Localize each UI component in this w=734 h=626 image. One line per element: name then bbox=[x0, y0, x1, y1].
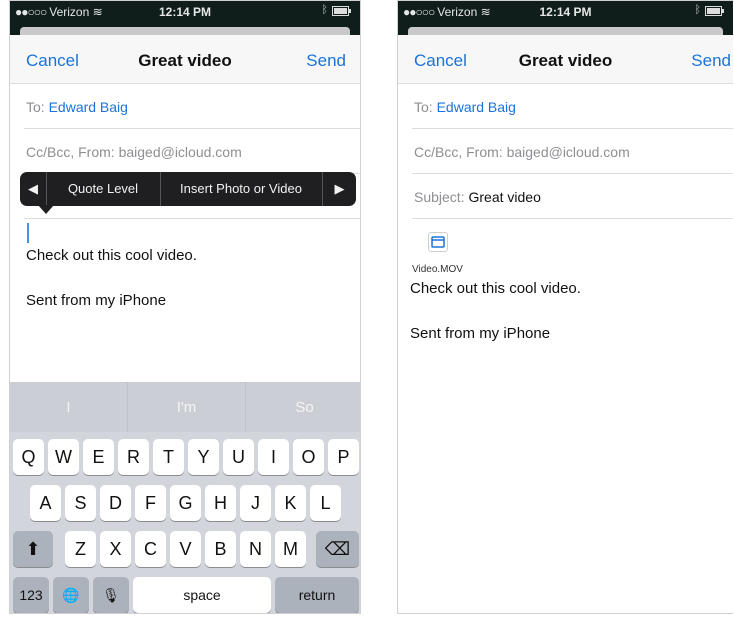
return-key[interactable]: return bbox=[275, 577, 359, 613]
status-bar: ●●○○○ Verizon ≋ 12:14 PM ᛒ bbox=[10, 1, 360, 23]
text-cursor bbox=[27, 223, 29, 243]
to-label: To: bbox=[414, 99, 433, 115]
key-c[interactable]: C bbox=[135, 531, 166, 567]
to-recipient[interactable]: Edward Baig bbox=[49, 99, 128, 115]
key-h[interactable]: H bbox=[205, 485, 236, 521]
backspace-key-icon[interactable]: ⌫ bbox=[316, 531, 359, 567]
to-field[interactable]: To: Edward Baig bbox=[412, 84, 733, 129]
key-f[interactable]: F bbox=[135, 485, 166, 521]
key-r[interactable]: R bbox=[118, 439, 149, 475]
compose-title: Great video bbox=[518, 51, 613, 70]
message-body-line-1[interactable]: Check out this cool video. bbox=[26, 247, 197, 264]
left-phone-screen: ●●○○○ Verizon ≋ 12:14 PM ᛒ Cancel Great v… bbox=[9, 0, 361, 614]
key-o[interactable]: O bbox=[293, 439, 324, 475]
ccbcc-label: Cc/Bcc, From: bbox=[414, 144, 503, 160]
subject-field[interactable]: Subject: Great video bbox=[412, 174, 733, 219]
subject-label: Subject: bbox=[414, 189, 465, 205]
sheet-handle bbox=[398, 23, 733, 35]
battery-icon bbox=[332, 6, 351, 16]
key-a[interactable]: A bbox=[30, 485, 61, 521]
key-d[interactable]: D bbox=[100, 485, 131, 521]
from-address: baiged@icloud.com bbox=[118, 144, 242, 160]
message-signature[interactable]: Sent from my iPhone bbox=[410, 325, 550, 342]
key-w[interactable]: W bbox=[48, 439, 79, 475]
to-field[interactable]: To: Edward Baig bbox=[24, 84, 360, 129]
to-label: To: bbox=[26, 99, 45, 115]
key-q[interactable]: Q bbox=[13, 439, 44, 475]
from-address: baiged@icloud.com bbox=[506, 144, 630, 160]
key-s[interactable]: S bbox=[65, 485, 96, 521]
key-p[interactable]: P bbox=[328, 439, 359, 475]
status-time: 12:14 PM bbox=[158, 5, 212, 19]
key-n[interactable]: N bbox=[240, 531, 271, 567]
keyboard: I I'm So Q W E R T Y U I O P A S D F G H J K L ⬆ Z X C V B N M ⌫ 123… bbox=[10, 382, 360, 613]
key-k[interactable]: K bbox=[275, 485, 306, 521]
battery-icon bbox=[705, 6, 724, 16]
globe-key-icon[interactable]: 🌐 bbox=[53, 577, 89, 613]
suggestion-3[interactable]: So bbox=[246, 399, 360, 416]
compose-nav-bar: Cancel Great video Send bbox=[10, 35, 360, 84]
predictive-bar: I I'm So bbox=[10, 382, 360, 432]
compose-nav-bar: Cancel Great video Send bbox=[398, 35, 733, 84]
suggestion-1[interactable]: I bbox=[10, 399, 127, 416]
ccbcc-from-field[interactable]: Cc/Bcc, From: baiged@icloud.com bbox=[24, 129, 360, 174]
numbers-key[interactable]: 123 bbox=[13, 577, 49, 613]
status-bar: ●●○○○ Verizon ≋ 12:14 PM ᛒ bbox=[398, 1, 733, 23]
right-phone-screen: ●●○○○ Verizon ≋ 12:14 PM ᛒ Cancel Great v… bbox=[397, 0, 733, 614]
message-body-line-1[interactable]: Check out this cool video. bbox=[410, 280, 581, 297]
video-file-icon[interactable] bbox=[428, 232, 448, 252]
message-signature[interactable]: Sent from my iPhone bbox=[26, 292, 166, 309]
key-y[interactable]: Y bbox=[188, 439, 219, 475]
ccbcc-label: Cc/Bcc, From: bbox=[26, 144, 115, 160]
bluetooth-icon: ᛒ bbox=[321, 4, 328, 16]
send-button[interactable]: Send bbox=[691, 51, 731, 71]
key-j[interactable]: J bbox=[240, 485, 271, 521]
to-recipient[interactable]: Edward Baig bbox=[437, 99, 516, 115]
key-e[interactable]: E bbox=[83, 439, 114, 475]
dictation-key-icon[interactable]: 🎙 bbox=[93, 577, 129, 613]
key-u[interactable]: U bbox=[223, 439, 254, 475]
send-button[interactable]: Send bbox=[306, 51, 346, 71]
key-m[interactable]: M bbox=[275, 531, 306, 567]
subject-value[interactable]: Great video bbox=[468, 189, 540, 205]
status-time: 12:14 PM bbox=[539, 5, 592, 19]
key-b[interactable]: B bbox=[205, 531, 236, 567]
ccbcc-from-field[interactable]: Cc/Bcc, From: baiged@icloud.com bbox=[412, 129, 733, 174]
key-i[interactable]: I bbox=[258, 439, 289, 475]
key-z[interactable]: Z bbox=[65, 531, 96, 567]
sheet-handle bbox=[10, 23, 360, 35]
shift-key-icon[interactable]: ⬆ bbox=[13, 531, 53, 567]
suggestion-2[interactable]: I'm bbox=[128, 399, 245, 416]
attachment-filename[interactable]: Video.MOV bbox=[412, 264, 463, 275]
key-x[interactable]: X bbox=[100, 531, 131, 567]
bluetooth-icon: ᛒ bbox=[694, 4, 701, 16]
key-v[interactable]: V bbox=[170, 531, 201, 567]
key-l[interactable]: L bbox=[310, 485, 341, 521]
key-t[interactable]: T bbox=[153, 439, 184, 475]
key-g[interactable]: G bbox=[170, 485, 201, 521]
body-separator bbox=[24, 174, 360, 219]
space-key[interactable]: space bbox=[133, 577, 271, 613]
